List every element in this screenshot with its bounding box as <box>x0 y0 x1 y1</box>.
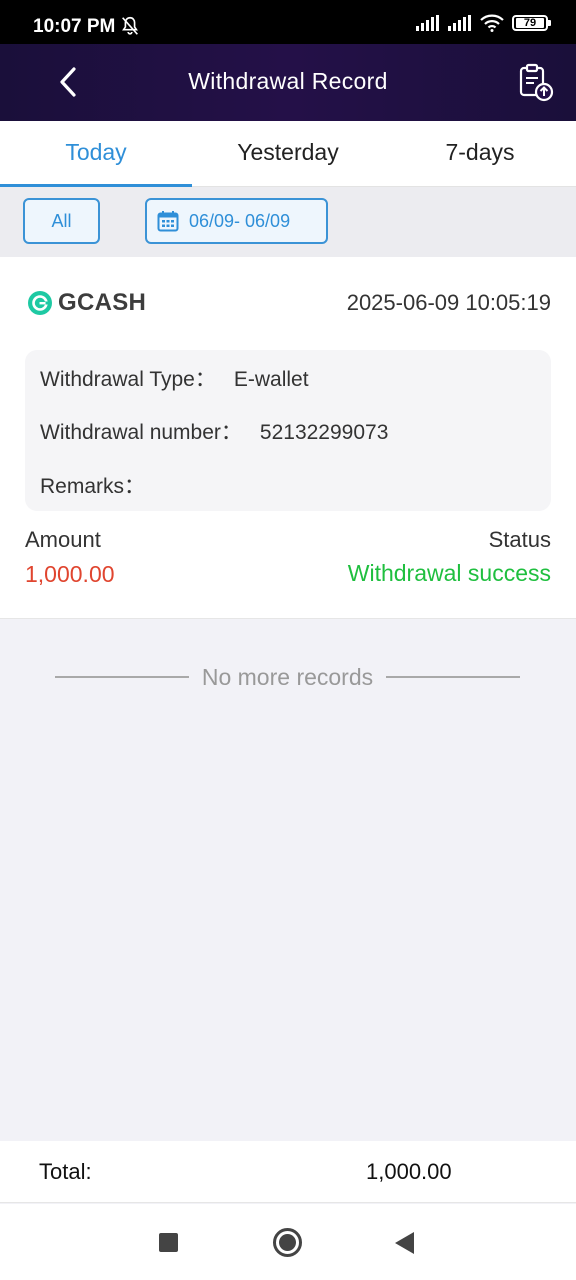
withdrawal-type-label: Withdrawal Type： <box>40 368 216 391</box>
withdrawal-number-value: 52132299073 <box>259 421 389 444</box>
divider-left <box>55 676 189 678</box>
filter-all-button[interactable]: All <box>23 198 100 244</box>
withdrawal-type-row: Withdrawal Type： E-wallet <box>40 363 309 393</box>
tab-today[interactable]: Today <box>0 121 192 187</box>
withdrawal-record-card[interactable]: GCASH 2025-06-09 10:05:19 Withdrawal Typ… <box>0 257 576 619</box>
system-nav-bar <box>0 1204 576 1280</box>
gcash-icon <box>28 291 52 315</box>
system-back-button[interactable] <box>395 1232 414 1254</box>
list-end-indicator: No more records <box>55 662 520 692</box>
gcash-logo: GCASH <box>27 289 146 317</box>
remarks-row: Remarks： <box>40 470 163 500</box>
record-datetime: 2025-06-09 10:05:19 <box>346 290 551 315</box>
wifi-icon <box>480 14 504 32</box>
calendar-icon <box>157 211 179 232</box>
withdrawal-type-value: E-wallet <box>233 368 309 391</box>
battery-icon: 79 <box>512 15 551 31</box>
filter-row: All 06/09- 06/09 <box>0 187 576 257</box>
provider-name: GCASH <box>58 289 147 316</box>
remarks-label: Remarks： <box>40 475 146 498</box>
signal-icon-2 <box>448 15 471 31</box>
signal-icon <box>416 15 439 31</box>
total-bar: Total: 1,000.00 <box>0 1141 576 1203</box>
tab-7-days[interactable]: 7-days <box>384 121 576 186</box>
tab-yesterday[interactable]: Yesterday <box>192 121 384 186</box>
date-range-text: 06/09- 06/09 <box>189 210 291 231</box>
total-value: 1,000.00 <box>366 1159 452 1184</box>
divider-right <box>386 676 520 678</box>
status-label: Status <box>488 527 551 552</box>
status-icons: 79 <box>416 14 551 32</box>
total-label: Total: <box>39 1159 92 1184</box>
clipboard-upload-icon[interactable] <box>516 62 556 102</box>
date-tabs: Today Yesterday 7-days <box>0 121 576 187</box>
amount-value: 1,000.00 <box>25 561 115 587</box>
amount-label: Amount <box>25 527 101 552</box>
home-dot-icon <box>279 1234 296 1251</box>
withdrawal-number-row: Withdrawal number： 52132299073 <box>40 416 388 446</box>
status-time: 10:07 PM <box>33 16 116 37</box>
recents-button[interactable] <box>159 1233 178 1252</box>
home-button[interactable] <box>273 1228 302 1257</box>
app-header: Withdrawal Record <box>0 44 576 121</box>
bell-muted-icon <box>122 16 138 35</box>
status-value: Withdrawal success <box>347 560 551 586</box>
battery-level: 79 <box>516 18 544 29</box>
date-range-picker[interactable]: 06/09- 06/09 <box>145 198 328 244</box>
status-bar: 10:07 PM 79 <box>0 0 576 44</box>
record-details: Withdrawal Type： E-wallet Withdrawal numb… <box>25 350 551 511</box>
no-more-records-text: No more records <box>201 663 374 690</box>
page-title: Withdrawal Record <box>188 68 388 94</box>
withdrawal-number-label: Withdrawal number： <box>40 421 242 444</box>
